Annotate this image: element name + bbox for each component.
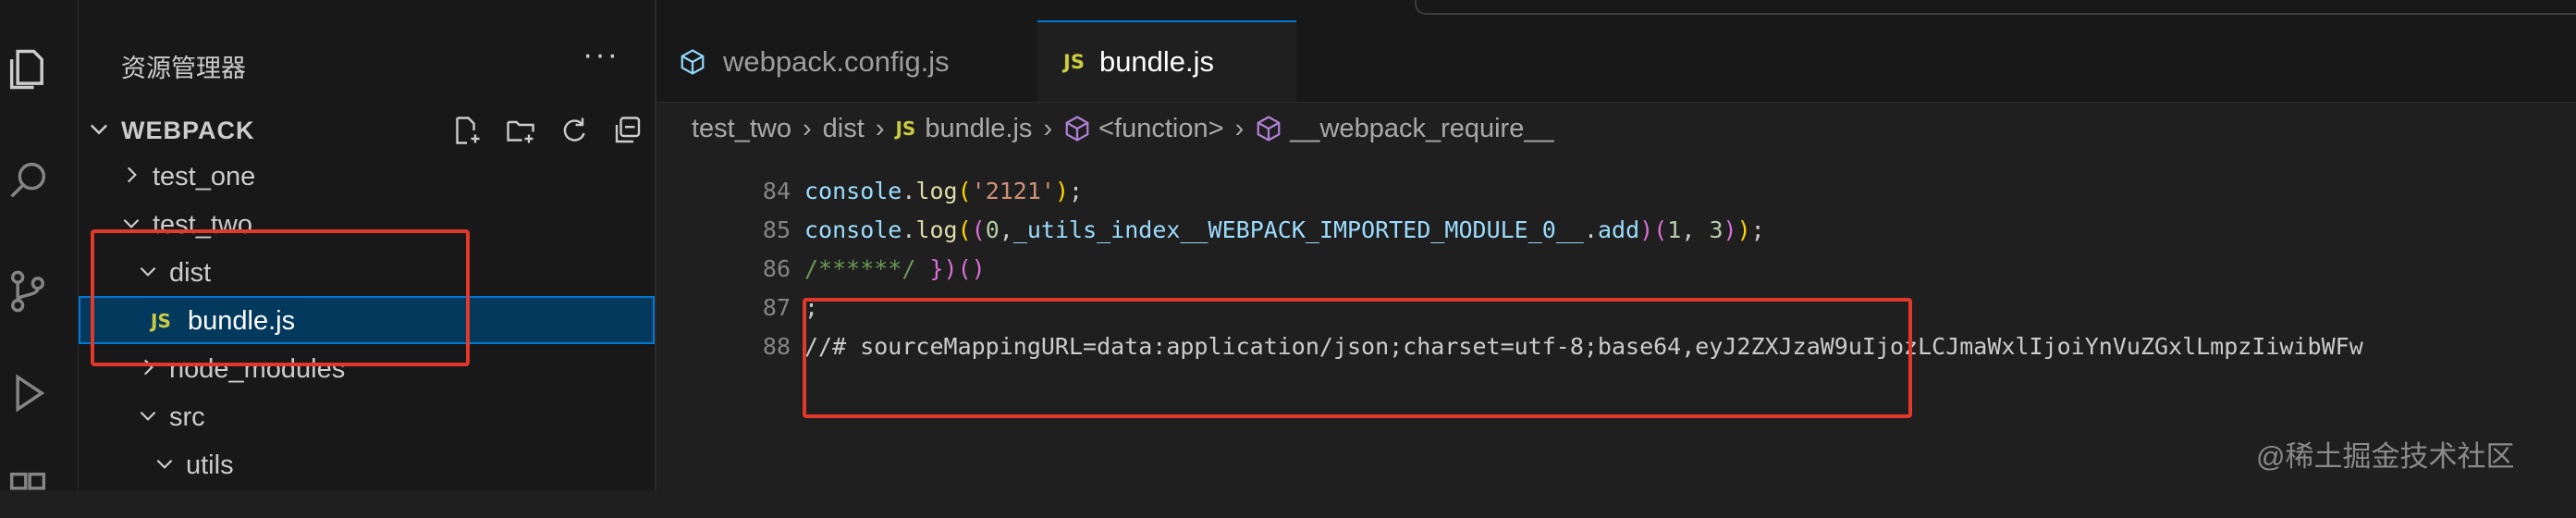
watermark: @稀土掘金技术社区 (2256, 440, 2515, 473)
tree-item-label: test_one (153, 162, 256, 191)
annotation-box-source-map (803, 298, 1912, 418)
js-file-icon: JS (895, 117, 916, 140)
breadcrumb-item[interactable]: bundle.js (925, 114, 1032, 144)
js-file-icon: JS (1063, 51, 1085, 73)
cube-symbol-icon (1257, 116, 1281, 142)
chevron-down-icon (90, 124, 108, 135)
chevron-right-icon: › (1043, 113, 1053, 143)
chevron-down-icon (156, 459, 173, 469)
title-bar-divider (1415, 0, 2576, 15)
code-text: console.log((0,_utils_index__WEBPACK_IMP… (804, 216, 1765, 243)
tab-bundle-js[interactable]: JS bundle.js (1037, 20, 1296, 102)
breadcrumb-item[interactable]: test_two (692, 114, 791, 144)
cube-symbol-icon (1065, 116, 1089, 142)
tree-item-test-one[interactable]: test_one (79, 152, 655, 200)
breadcrumb-item[interactable]: __webpack_require__ (1290, 114, 1553, 144)
explorer-sidebar: 资源管理器 ··· WEBPACK test_one test_two dist… (79, 0, 656, 490)
chevron-down-icon (140, 411, 156, 421)
code-line: 86 /******/ })() (656, 248, 2576, 290)
collapse-all-icon[interactable] (607, 112, 648, 149)
line-number: 88 (762, 333, 791, 360)
code-line: 84 console.log('2121'); (656, 170, 2576, 213)
refresh-icon[interactable] (554, 112, 595, 149)
workspace-title: WEBPACK (121, 117, 255, 144)
tab-label: webpack.config.js (723, 45, 950, 78)
breadcrumb: test_two › dist › JS bundle.js › <functi… (692, 109, 1554, 148)
breadcrumb-item[interactable]: <function> (1098, 114, 1223, 144)
annotation-box-dist (91, 229, 470, 366)
line-number: 86 (762, 255, 791, 282)
tab-bar: webpack.config.js JS bundle.js (656, 0, 2576, 103)
line-number: 87 (762, 294, 791, 321)
source-control-icon[interactable] (0, 264, 55, 319)
tree-item-utils[interactable]: utils (79, 440, 655, 488)
more-actions-button[interactable]: ··· (583, 37, 619, 73)
new-file-icon[interactable] (447, 112, 487, 149)
chevron-right-icon (127, 166, 137, 183)
line-number: 84 (762, 178, 791, 204)
workspace-section-header[interactable]: WEBPACK (79, 106, 655, 153)
chevron-right-icon: › (803, 113, 812, 143)
chevron-right-icon: › (875, 113, 885, 143)
line-number: 85 (762, 216, 791, 243)
webpack-cube-icon (681, 49, 705, 75)
section-actions (447, 112, 648, 149)
tab-webpack-config[interactable]: webpack.config.js (679, 22, 1030, 102)
code-text: console.log('2121'); (804, 178, 1084, 204)
tree-item-label: src (169, 402, 205, 432)
search-icon[interactable] (0, 153, 55, 208)
code-line: 85 console.log((0,_utils_index__WEBPACK_… (656, 209, 2576, 252)
explorer-icon[interactable] (0, 42, 55, 97)
tab-label: bundle.js (1098, 45, 1215, 78)
breadcrumb-item[interactable]: dist (823, 114, 865, 144)
tree-item-label: utils (186, 450, 234, 480)
run-debug-icon[interactable] (0, 365, 55, 421)
extensions-icon[interactable] (0, 462, 55, 518)
chevron-right-icon: › (1234, 113, 1245, 143)
explorer-title: 资源管理器 (121, 55, 246, 82)
activity-bar (0, 0, 79, 490)
new-folder-icon[interactable] (500, 112, 541, 149)
code-text: /******/ })() (804, 255, 986, 282)
tree-item-src[interactable]: src (79, 392, 655, 440)
